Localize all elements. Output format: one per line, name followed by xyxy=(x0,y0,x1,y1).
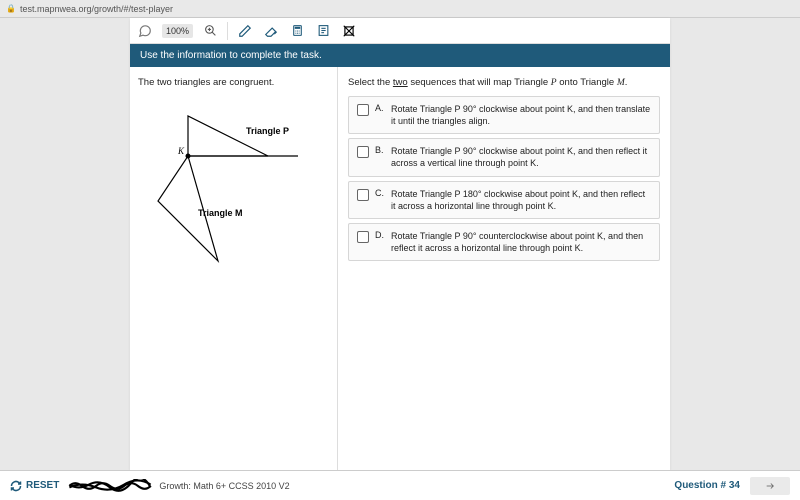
zoom-level: 100% xyxy=(162,24,193,38)
assessment-name: Growth: Math 6+ CCSS 2010 V2 xyxy=(159,481,289,491)
reference-icon[interactable] xyxy=(314,22,332,40)
option-letter: C. xyxy=(375,188,385,198)
checkbox-b[interactable] xyxy=(357,146,369,158)
option-text: Rotate Triangle P 90° clockwise about po… xyxy=(391,145,651,169)
refresh-icon xyxy=(10,480,22,492)
zoom-in-icon[interactable] xyxy=(201,22,219,40)
label-triangle-m: Triangle M xyxy=(198,208,243,218)
options-list: A. Rotate Triangle P 90° clockwise about… xyxy=(348,96,660,261)
next-button[interactable] xyxy=(750,477,790,495)
question-column: Select the two sequences that will map T… xyxy=(338,67,670,470)
instruction-text: Use the information to complete the task… xyxy=(140,50,322,61)
question-number: Question # 34 xyxy=(674,480,740,491)
lock-icon: 🔒 xyxy=(6,4,16,13)
eraser-icon[interactable] xyxy=(262,22,280,40)
option-b[interactable]: B. Rotate Triangle P 90° clockwise about… xyxy=(348,138,660,176)
toolbar: 100% xyxy=(130,18,670,44)
checkbox-a[interactable] xyxy=(357,104,369,116)
arrow-right-icon xyxy=(763,481,777,491)
toolbar-separator xyxy=(227,22,228,40)
calculator-icon[interactable] xyxy=(288,22,306,40)
test-stage: 100% Use the information to complete t xyxy=(130,18,670,470)
strikethrough-icon[interactable] xyxy=(340,22,358,40)
reset-label: RESET xyxy=(26,480,59,491)
stimulus-text: The two triangles are congruent. xyxy=(138,77,329,88)
option-d[interactable]: D. Rotate Triangle P 90° counterclockwis… xyxy=(348,223,660,261)
app-frame: 100% Use the information to complete t xyxy=(0,18,800,500)
question-prompt: Select the two sequences that will map T… xyxy=(348,77,660,88)
footer-bar: RESET Growth: Math 6+ CCSS 2010 V2 Quest… xyxy=(0,470,800,500)
stimulus-column: The two triangles are congruent. K Trian… xyxy=(130,67,338,470)
content-area: The two triangles are congruent. K Trian… xyxy=(130,67,670,470)
option-c[interactable]: C. Rotate Triangle P 180° clockwise abou… xyxy=(348,181,660,219)
pencil-icon[interactable] xyxy=(236,22,254,40)
label-triangle-p: Triangle P xyxy=(246,126,289,136)
option-text: Rotate Triangle P 90° clockwise about po… xyxy=(391,103,651,127)
browser-url-bar: 🔒 test.mapnwea.org/growth/#/test-player xyxy=(0,0,800,18)
url-text: test.mapnwea.org/growth/#/test-player xyxy=(20,4,173,14)
triangle-diagram: K Triangle P Triangle M xyxy=(138,96,328,276)
label-K: K xyxy=(177,146,185,156)
option-a[interactable]: A. Rotate Triangle P 90° clockwise about… xyxy=(348,96,660,134)
redacted-scribble xyxy=(65,479,155,493)
option-letter: D. xyxy=(375,230,385,240)
option-letter: A. xyxy=(375,103,385,113)
option-text: Rotate Triangle P 180° clockwise about p… xyxy=(391,188,651,212)
chat-icon[interactable] xyxy=(136,22,154,40)
option-text: Rotate Triangle P 90° counterclockwise a… xyxy=(391,230,651,254)
checkbox-c[interactable] xyxy=(357,189,369,201)
reset-button[interactable]: RESET xyxy=(10,480,59,492)
option-letter: B. xyxy=(375,145,385,155)
checkbox-d[interactable] xyxy=(357,231,369,243)
instruction-bar: Use the information to complete the task… xyxy=(130,44,670,67)
